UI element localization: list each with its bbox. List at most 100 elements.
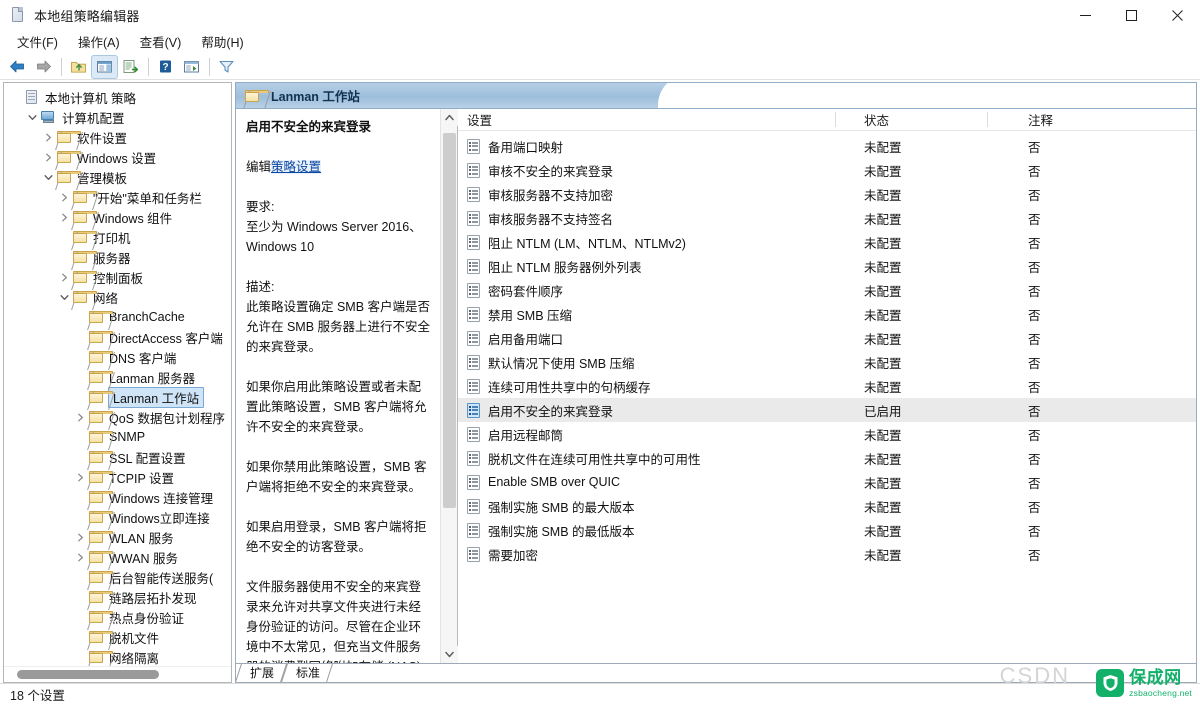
- tab-extended[interactable]: 扩展: [238, 664, 284, 682]
- export-list-icon[interactable]: [118, 56, 143, 78]
- tree-item-windows-设置[interactable]: Windows 设置: [4, 147, 231, 167]
- tree-item-windows立即连接[interactable]: Windows立即连接: [4, 507, 231, 527]
- tree-item-ssl-配置设置[interactable]: SSL 配置设置: [4, 447, 231, 467]
- column-header-setting-label: 设置: [467, 114, 493, 128]
- settings-list-row[interactable]: 默认情况下使用 SMB 压缩 未配置 否: [458, 350, 1196, 374]
- menu-action[interactable]: 操作(A): [69, 30, 129, 53]
- tree-item-lanman-工作站[interactable]: Lanman 工作站: [4, 386, 231, 408]
- tree-item-脱机文件[interactable]: 脱机文件: [4, 627, 231, 647]
- policy-tree[interactable]: 本地计算机 策略 计算机配置 软件设置 Windows 设置 管理模板 "开始"菜单和任务…: [4, 83, 231, 666]
- tree-item-控制面板[interactable]: 控制面板: [4, 267, 231, 287]
- menu-help[interactable]: 帮助(H): [192, 30, 252, 53]
- settings-list-row[interactable]: 启用远程邮筒 未配置 否: [458, 422, 1196, 446]
- menu-view[interactable]: 查看(V): [131, 30, 191, 53]
- tree-item-windows-连接管理[interactable]: Windows 连接管理: [4, 487, 231, 507]
- tree-item-wwan-服务[interactable]: WWAN 服务: [4, 547, 231, 567]
- help-icon[interactable]: ?: [153, 56, 178, 78]
- description-scroll-thumb[interactable]: [443, 133, 456, 508]
- settings-list-row[interactable]: 审核服务器不支持加密 未配置 否: [458, 182, 1196, 206]
- settings-list-row[interactable]: 需要加密 未配置 否: [458, 542, 1196, 566]
- policy-setting-icon: [467, 426, 481, 442]
- settings-list-row[interactable]: 审核不安全的来宾登录 未配置 否: [458, 158, 1196, 182]
- settings-list-row[interactable]: 强制实施 SMB 的最低版本 未配置 否: [458, 518, 1196, 542]
- minimize-button[interactable]: [1062, 0, 1108, 30]
- tree-item-计算机配置[interactable]: 计算机配置: [4, 107, 231, 127]
- tree-item-服务器[interactable]: 服务器: [4, 247, 231, 267]
- tree-item-lanman-服务器[interactable]: Lanman 服务器: [4, 367, 231, 387]
- tree-item-directaccess-客户端[interactable]: DirectAccess 客户端: [4, 327, 231, 347]
- scroll-up-icon[interactable]: [440, 109, 458, 126]
- chevron-right-icon[interactable]: [72, 407, 88, 427]
- tree-item-wlan-服务[interactable]: WLAN 服务: [4, 527, 231, 547]
- chevron-right-icon[interactable]: [72, 547, 88, 567]
- column-header-setting[interactable]: 设置: [458, 109, 836, 131]
- chevron-right-icon[interactable]: [56, 187, 72, 207]
- settings-list-row[interactable]: 启用备用端口 未配置 否: [458, 326, 1196, 350]
- tree-item-后台智能传送服务-[interactable]: 后台智能传送服务(: [4, 567, 231, 587]
- tree-hscroll-thumb[interactable]: [17, 670, 159, 679]
- settings-list-row[interactable]: 连续可用性共享中的句柄缓存 未配置 否: [458, 374, 1196, 398]
- chevron-right-icon[interactable]: [56, 207, 72, 227]
- tree-item--开始-菜单和任务栏[interactable]: "开始"菜单和任务栏: [4, 187, 231, 207]
- policy-setting-icon: [467, 138, 481, 154]
- settings-list-row[interactable]: 脱机文件在连续可用性共享中的可用性 未配置 否: [458, 446, 1196, 470]
- settings-list-row[interactable]: 备用端口映射 未配置 否: [458, 134, 1196, 158]
- tree-item-windows-组件[interactable]: Windows 组件: [4, 207, 231, 227]
- forward-arrow-icon[interactable]: [31, 56, 56, 78]
- tree-horizontal-scrollbar[interactable]: [4, 666, 231, 682]
- settings-list-row[interactable]: 审核服务器不支持签名 未配置 否: [458, 206, 1196, 230]
- show-tree-icon[interactable]: [91, 54, 118, 79]
- settings-list-row[interactable]: 启用不安全的来宾登录 已启用 否: [458, 398, 1196, 422]
- settings-list-row[interactable]: 阻止 NTLM (LM、NTLM、NTLMv2) 未配置 否: [458, 230, 1196, 254]
- column-header-comment[interactable]: 注释: [988, 109, 1196, 131]
- settings-list-row[interactable]: 强制实施 SMB 的最大版本 未配置 否: [458, 494, 1196, 518]
- chevron-right-icon[interactable]: [72, 527, 88, 547]
- tree-item-打印机[interactable]: 打印机: [4, 227, 231, 247]
- edit-policy-setting-link[interactable]: 策略设置: [271, 160, 322, 174]
- scroll-down-icon[interactable]: [441, 646, 458, 663]
- back-arrow-icon[interactable]: [5, 56, 30, 78]
- settings-list-row[interactable]: 阻止 NTLM 服务器例外列表 未配置 否: [458, 254, 1196, 278]
- tree-item-snmp[interactable]: SNMP: [4, 427, 231, 447]
- tree-item-网络隔离[interactable]: 网络隔离: [4, 647, 231, 666]
- tree-item-软件设置[interactable]: 软件设置: [4, 127, 231, 147]
- chevron-right-icon[interactable]: [40, 127, 56, 147]
- description-vertical-scrollbar[interactable]: [440, 109, 458, 663]
- tree-item-管理模板[interactable]: 管理模板: [4, 167, 231, 187]
- menu-bar: 文件(F) 操作(A) 查看(V) 帮助(H): [0, 30, 1200, 54]
- tree-item-网络[interactable]: 网络: [4, 287, 231, 307]
- tree-item-dns-客户端[interactable]: DNS 客户端: [4, 347, 231, 367]
- settings-list-row[interactable]: Enable SMB over QUIC 未配置 否: [458, 470, 1196, 494]
- menu-file[interactable]: 文件(F): [8, 30, 67, 53]
- column-header-comment-label: 注释: [1028, 114, 1054, 128]
- settings-list-row[interactable]: 禁用 SMB 压缩 未配置 否: [458, 302, 1196, 326]
- chevron-right-icon[interactable]: [72, 467, 88, 487]
- tree-item-tcpip-设置[interactable]: TCPIP 设置: [4, 467, 231, 487]
- tree-item-qos-数据包计划程序[interactable]: QoS 数据包计划程序: [4, 407, 231, 427]
- tree-item-链路层拓扑发现[interactable]: 链路层拓扑发现: [4, 587, 231, 607]
- settings-list-rows[interactable]: 备用端口映射 未配置否审核不安全的来宾登录 未配置否审核服务器不支持加密 未配置否审核…: [458, 131, 1196, 663]
- chevron-down-icon[interactable]: [56, 287, 72, 307]
- close-button[interactable]: [1154, 0, 1200, 30]
- folder-icon: [72, 230, 97, 244]
- tree-item-branchcache[interactable]: BranchCache: [4, 307, 231, 327]
- tree-item-热点身份验证[interactable]: 热点身份验证: [4, 607, 231, 627]
- properties-icon[interactable]: [179, 56, 204, 78]
- settings-list-row[interactable]: 密码套件顺序 未配置 否: [458, 278, 1196, 302]
- chevron-down-icon[interactable]: [40, 167, 56, 187]
- policy-description-panel: 启用不安全的来宾登录 编辑策略设置 要求: 至少为 Windows Server…: [236, 109, 458, 663]
- chevron-right-icon[interactable]: [56, 267, 72, 287]
- tree-item-本地计算机-策略[interactable]: 本地计算机 策略: [4, 87, 231, 107]
- filter-icon[interactable]: [214, 56, 239, 78]
- chevron-right-icon[interactable]: [40, 147, 56, 167]
- tab-standard[interactable]: 标准: [284, 664, 330, 682]
- up-folder-icon[interactable]: [66, 56, 91, 78]
- chevron-down-icon[interactable]: [24, 107, 40, 127]
- column-header-status[interactable]: 状态: [836, 109, 988, 131]
- maximize-button[interactable]: [1108, 0, 1154, 30]
